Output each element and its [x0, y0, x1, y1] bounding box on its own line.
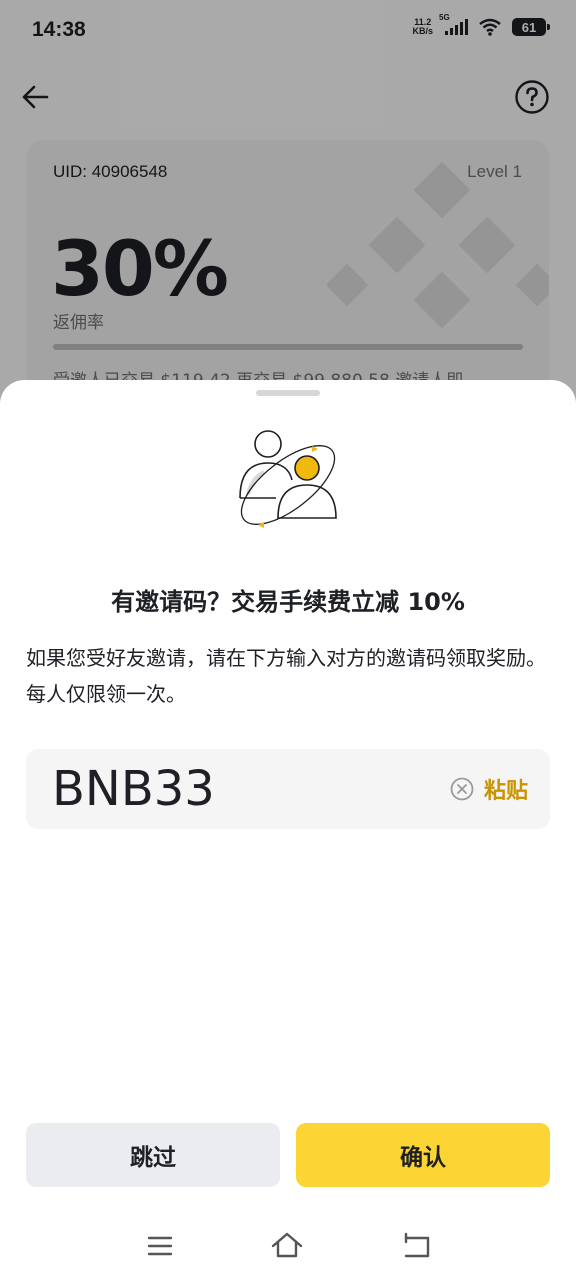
- clear-icon[interactable]: [450, 777, 474, 801]
- skip-button[interactable]: 跳过: [26, 1123, 280, 1187]
- paste-button[interactable]: 粘贴: [484, 773, 528, 805]
- referral-code-field[interactable]: 粘贴: [26, 749, 550, 829]
- referral-illustration-icon: [239, 430, 337, 528]
- referral-code-input[interactable]: [52, 759, 432, 819]
- home-icon[interactable]: [270, 1230, 304, 1260]
- confirm-button[interactable]: 确认: [296, 1123, 550, 1187]
- menu-icon[interactable]: [146, 1234, 174, 1258]
- drag-handle[interactable]: [256, 390, 320, 396]
- back-icon[interactable]: [400, 1232, 432, 1260]
- referral-code-sheet: 有邀请码？交易手续费立减 10% 如果您受好友邀请，请在下方输入对方的邀请码领取…: [0, 380, 576, 1280]
- system-nav-bar: [0, 1222, 576, 1272]
- sheet-title: 有邀请码？交易手续费立减 10%: [111, 588, 465, 616]
- sheet-description: 如果您受好友邀请，请在下方输入对方的邀请码领取奖励。每人仅限领一次。: [26, 646, 546, 706]
